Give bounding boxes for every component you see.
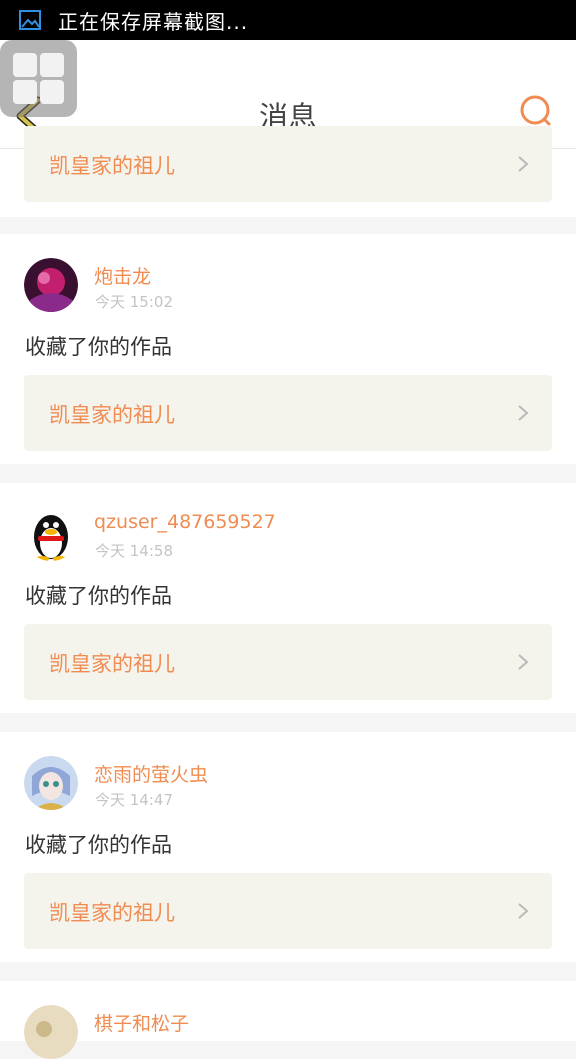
message-card: qzuser_487659527 今天 14:58 收藏了你的作品 凯皇家的祖儿 [0, 483, 576, 713]
chevron-right-icon [518, 405, 529, 421]
timestamp: 今天 15:02 [95, 293, 173, 311]
status-text: 正在保存屏幕截图... [58, 9, 249, 34]
chevron-right-icon [518, 156, 529, 172]
grid-cell-icon [40, 53, 64, 77]
message-card: 凯皇家的祖儿 [0, 126, 576, 217]
floating-assistive-button[interactable] [0, 40, 77, 117]
work-title: 凯皇家的祖儿 [49, 652, 175, 676]
work-link[interactable]: 凯皇家的祖儿 [24, 624, 552, 700]
grid-cell-icon [40, 80, 64, 104]
chevron-right-icon [518, 903, 529, 919]
work-title: 凯皇家的祖儿 [49, 901, 175, 925]
username[interactable]: 恋雨的萤火虫 [94, 760, 208, 787]
username[interactable]: 棋子和松子 [94, 1009, 189, 1036]
status-bar: 正在保存屏幕截图... [0, 0, 576, 40]
username[interactable]: qzuser_487659527 [94, 511, 276, 533]
avatar[interactable] [24, 756, 78, 810]
avatar[interactable] [24, 507, 78, 561]
message-card: 炮击龙 今天 15:02 收藏了你的作品 凯皇家的祖儿 [0, 234, 576, 464]
avatar[interactable] [24, 258, 78, 312]
timestamp: 今天 14:58 [95, 542, 173, 560]
message-card: 恋雨的萤火虫 今天 14:47 收藏了你的作品 凯皇家的祖儿 [0, 732, 576, 962]
work-title: 凯皇家的祖儿 [49, 403, 175, 427]
work-link[interactable]: 凯皇家的祖儿 [24, 126, 552, 202]
chevron-right-icon [518, 654, 529, 670]
message-card: 棋子和松子 [0, 981, 576, 1059]
timestamp: 今天 14:47 [95, 791, 173, 809]
work-link[interactable]: 凯皇家的祖儿 [24, 873, 552, 949]
work-link[interactable]: 凯皇家的祖儿 [24, 375, 552, 451]
action-text: 收藏了你的作品 [25, 584, 172, 608]
grid-cell-icon [13, 53, 37, 77]
work-title: 凯皇家的祖儿 [49, 154, 175, 178]
avatar[interactable] [24, 1005, 78, 1059]
search-icon[interactable] [518, 94, 554, 130]
action-text: 收藏了你的作品 [25, 335, 172, 359]
action-text: 收藏了你的作品 [25, 833, 172, 857]
grid-cell-icon [13, 80, 37, 104]
username[interactable]: 炮击龙 [94, 262, 151, 289]
screenshot-icon [19, 10, 41, 30]
